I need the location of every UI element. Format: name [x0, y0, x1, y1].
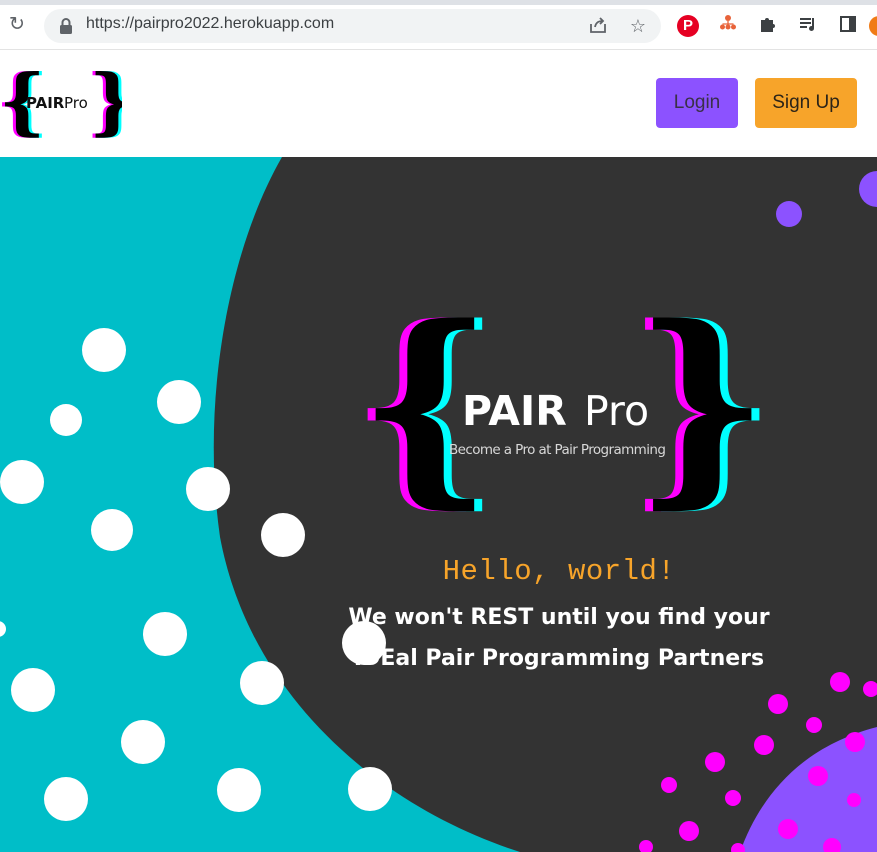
- hero-logo-light: Pro: [584, 387, 649, 435]
- svg-text:}: }: [89, 64, 122, 140]
- signup-button[interactable]: Sign Up: [755, 78, 857, 128]
- tagline-line-1: We won't REST until you find your: [348, 605, 770, 630]
- login-button[interactable]: Login: [656, 78, 738, 128]
- hello-world-text: Hello, world!: [442, 555, 676, 588]
- hero-logo-bold: PAIR: [462, 387, 567, 435]
- star-icon[interactable]: ☆: [627, 15, 649, 37]
- site-navbar: [0, 50, 877, 157]
- logo-text-bold: PAIR: [26, 94, 65, 112]
- browser-toolbar: ↻ https://pairpro2022.herokuapp.com ☆ P: [0, 0, 877, 50]
- media-queue-icon[interactable]: [796, 14, 820, 38]
- org-chart-icon[interactable]: [716, 14, 740, 38]
- logo-text-light: Pro: [64, 94, 88, 112]
- hero-logo-subtitle: Become a Pro at Pair Programming: [449, 442, 665, 458]
- hero-background: { { { } } } PAIR Pro Become a Pro at Pai…: [0, 157, 877, 852]
- profile-avatar[interactable]: [869, 16, 877, 36]
- reload-icon[interactable]: ↻: [6, 14, 28, 36]
- pinterest-icon[interactable]: P: [677, 15, 699, 37]
- puzzle-icon[interactable]: [756, 14, 780, 38]
- tab-strip-edge: [0, 0, 877, 5]
- svg-text:}: }: [634, 280, 769, 527]
- hero-section: { { { } } } PAIR Pro Become a Pro at Pai…: [0, 157, 877, 852]
- lock-icon[interactable]: [58, 17, 74, 35]
- url-text[interactable]: https://pairpro2022.herokuapp.com: [86, 15, 334, 33]
- side-panel-icon[interactable]: [836, 14, 860, 38]
- pairpro-logo[interactable]: { { { } } } PAIR Pro: [0, 64, 122, 140]
- tagline-line-2: IDEal Pair Programming Partners: [353, 646, 765, 671]
- share-icon[interactable]: [587, 15, 609, 37]
